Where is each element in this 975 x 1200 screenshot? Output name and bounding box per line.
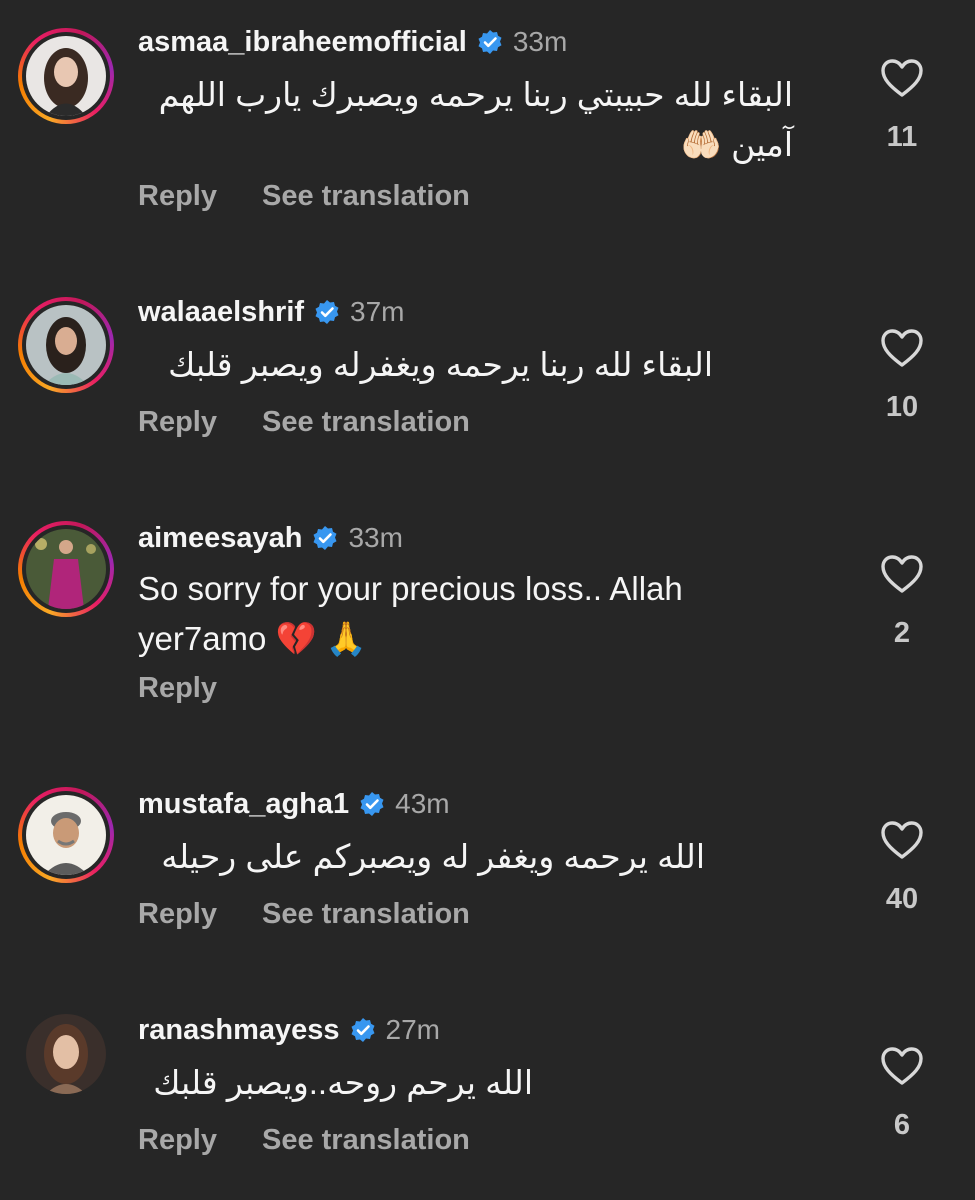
comment-text: So sorry for your precious loss.. Allah … bbox=[138, 570, 683, 657]
reply-button[interactable]: Reply bbox=[138, 406, 217, 439]
see-translation-button[interactable]: See translation bbox=[262, 180, 470, 213]
avatar[interactable] bbox=[26, 795, 106, 875]
story-ring[interactable] bbox=[18, 787, 114, 883]
verified-badge-icon bbox=[350, 1017, 376, 1043]
heart-outline-icon[interactable] bbox=[880, 555, 924, 598]
comment-text: الله يرحمه ويغفر له ويصبركم على رحيله bbox=[161, 838, 705, 875]
story-ring[interactable] bbox=[18, 521, 114, 617]
comment-time: 33m bbox=[348, 522, 403, 553]
comment-text: البقاء لله حبيبتي ربنا يرحمه ويصبرك يارب… bbox=[158, 76, 793, 163]
like-count: 10 bbox=[885, 391, 919, 423]
heart-outline-icon[interactable] bbox=[880, 1047, 924, 1090]
comment-text: الله يرحم روحه..ويصبر قلبك bbox=[153, 1064, 533, 1101]
username[interactable]: aimeesayah bbox=[138, 522, 302, 555]
see-translation-button[interactable]: See translation bbox=[262, 406, 470, 439]
story-ring[interactable] bbox=[18, 297, 114, 393]
reply-button[interactable]: Reply bbox=[138, 1124, 217, 1157]
like-count: 11 bbox=[886, 121, 918, 153]
reply-button[interactable]: Reply bbox=[138, 898, 217, 931]
comment-time: 33m bbox=[512, 26, 568, 57]
comment-text: البقاء لله ربنا يرحمه ويغفرله ويصبر قلبك bbox=[168, 346, 713, 383]
comment-time: 43m bbox=[395, 788, 450, 819]
like-count: 6 bbox=[893, 1109, 911, 1141]
username[interactable]: asmaa_ibraheemofficial bbox=[138, 26, 467, 59]
verified-badge-icon bbox=[359, 791, 385, 817]
avatar-frame[interactable] bbox=[18, 1006, 114, 1102]
heart-outline-icon[interactable] bbox=[880, 59, 924, 102]
username[interactable]: mustafa_agha1 bbox=[138, 788, 349, 821]
reply-button[interactable]: Reply bbox=[138, 180, 217, 213]
story-ring[interactable] bbox=[18, 28, 114, 124]
verified-badge-icon bbox=[314, 299, 340, 325]
avatar[interactable] bbox=[26, 529, 106, 609]
avatar[interactable] bbox=[26, 36, 106, 116]
verified-badge-icon bbox=[477, 29, 503, 55]
see-translation-button[interactable]: See translation bbox=[262, 1124, 470, 1157]
reply-button[interactable]: Reply bbox=[138, 672, 217, 705]
comment-time: 37m bbox=[350, 296, 405, 327]
username[interactable]: walaaelshrif bbox=[138, 296, 304, 329]
heart-outline-icon[interactable] bbox=[880, 821, 924, 864]
avatar[interactable] bbox=[26, 305, 106, 385]
verified-badge-icon bbox=[312, 525, 338, 551]
see-translation-button[interactable]: See translation bbox=[262, 898, 470, 931]
avatar[interactable] bbox=[26, 1014, 106, 1094]
like-count: 2 bbox=[893, 617, 911, 649]
username[interactable]: ranashmayess bbox=[138, 1014, 340, 1047]
comment-time: 27m bbox=[385, 1014, 440, 1045]
like-count: 40 bbox=[885, 883, 919, 915]
heart-outline-icon[interactable] bbox=[880, 329, 924, 372]
